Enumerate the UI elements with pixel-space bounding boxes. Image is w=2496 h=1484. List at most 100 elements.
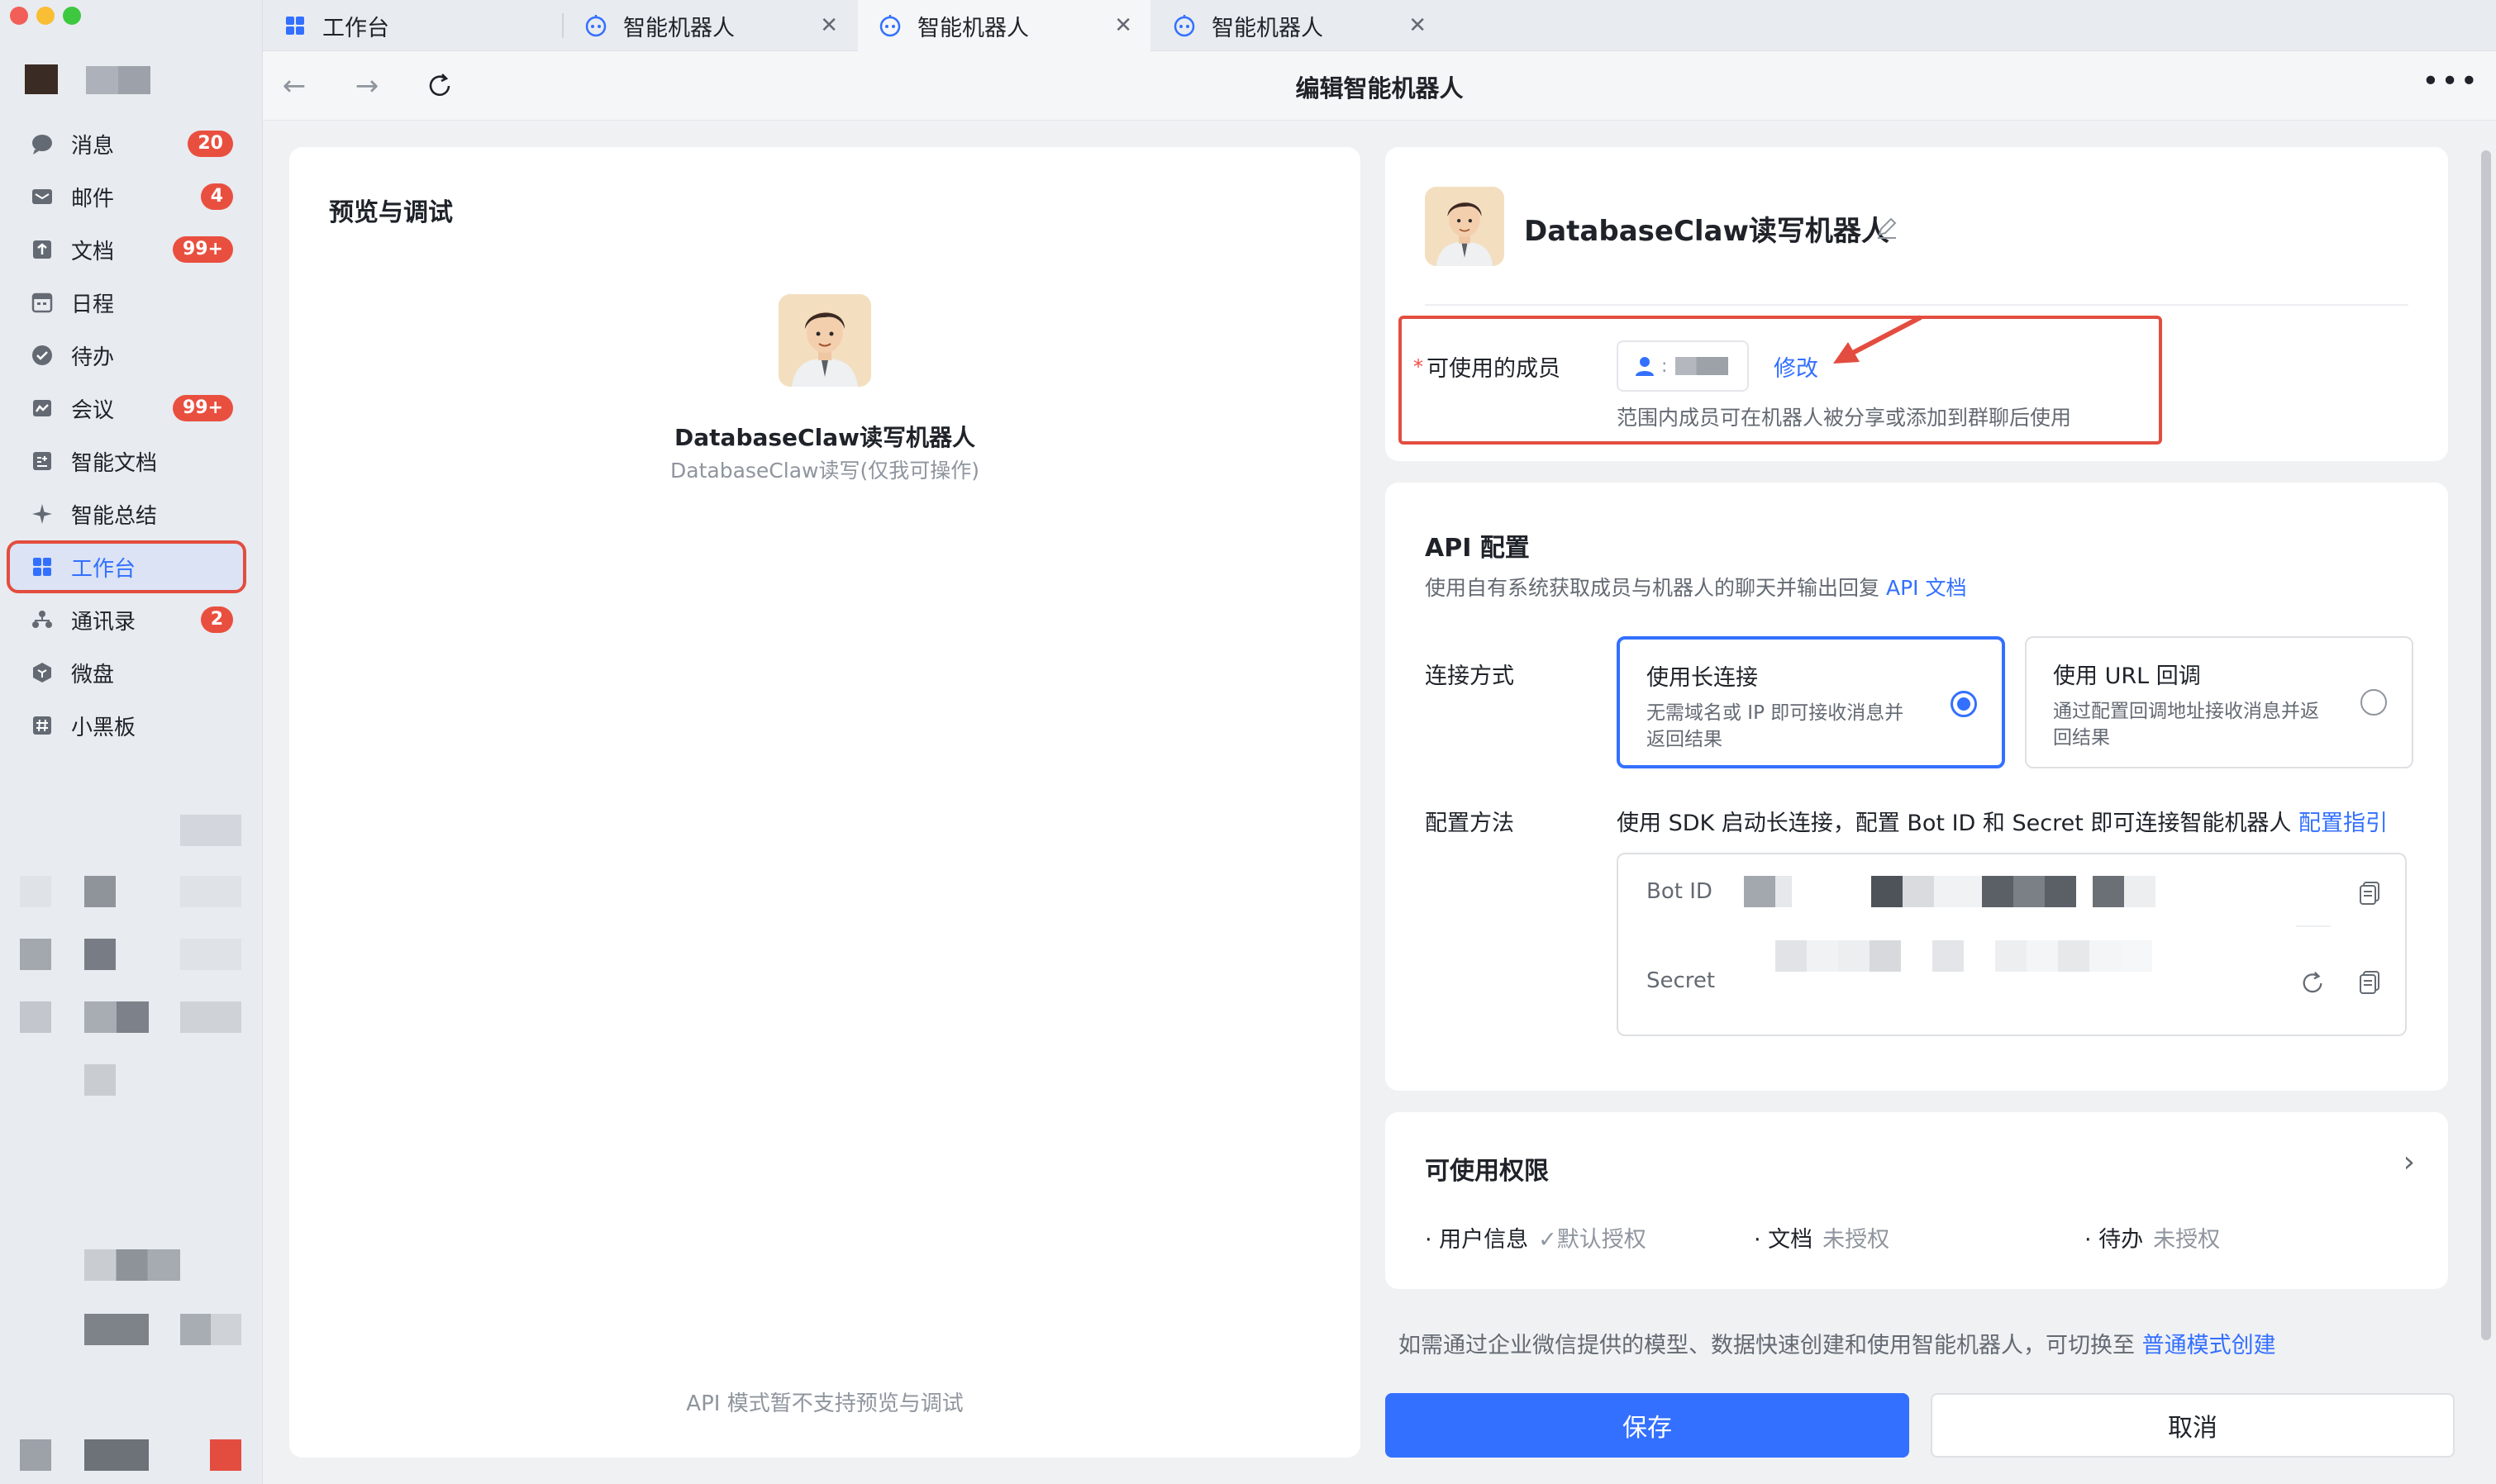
unread-badge: 2 bbox=[200, 606, 233, 633]
sidebar-nav: 消息 20 邮件 4 文档 99+ 日程 待办 会议 99+ 智能文档 智能总结… bbox=[7, 121, 246, 755]
permission-status: 未授权 bbox=[2153, 1227, 2221, 1253]
option-long-connection[interactable]: 使用长连接 无需域名或 IP 即可接收消息并返回结果 bbox=[1617, 636, 2005, 768]
person-icon bbox=[1636, 357, 1654, 376]
sidebar-item-label: 智能文档 bbox=[71, 450, 158, 476]
close-icon[interactable]: ✕ bbox=[820, 13, 838, 38]
separator-colon: : bbox=[1661, 355, 1668, 377]
sidebar-item-smart-doc[interactable]: 智能文档 bbox=[10, 438, 243, 484]
workbench-icon bbox=[283, 13, 307, 38]
sidebar-item-meeting[interactable]: 会议 99+ bbox=[10, 385, 243, 431]
permissions-card[interactable]: 可使用权限 › · 用户信息 ✓默认授权 · 文档 未授权 · 待办 未授权 bbox=[1385, 1112, 2448, 1289]
edit-pencil-icon[interactable] bbox=[1873, 213, 1901, 241]
api-doc-link[interactable]: API 文档 bbox=[1886, 576, 1967, 600]
permission-item: · 待办 未授权 bbox=[2084, 1221, 2220, 1253]
sidebar: 消息 20 邮件 4 文档 99+ 日程 待办 会议 99+ 智能文档 智能总结… bbox=[0, 0, 263, 1484]
sidebar-item-label: 日程 bbox=[71, 292, 115, 317]
check-circle-icon bbox=[30, 343, 55, 368]
bot-avatar bbox=[779, 294, 871, 387]
connect-method-label: 连接方式 bbox=[1425, 664, 1514, 689]
doc-icon bbox=[30, 237, 55, 262]
board-icon bbox=[30, 713, 55, 738]
bot-id-label: Bot ID bbox=[1646, 879, 1712, 904]
preview-bot-subtitle: DatabaseClaw读写(仅我可操作) bbox=[670, 459, 979, 483]
config-guide-link[interactable]: 配置指引 bbox=[2298, 811, 2388, 836]
sidebar-item-todo[interactable]: 待办 bbox=[10, 332, 243, 378]
config-method-label: 配置方法 bbox=[1425, 811, 1514, 836]
api-config-title: API 配置 bbox=[1425, 534, 1530, 563]
permission-name: 用户信息 bbox=[1439, 1227, 1529, 1253]
sidebar-item-label: 消息 bbox=[71, 133, 115, 159]
drive-icon bbox=[30, 660, 55, 685]
sidebar-item-messages[interactable]: 消息 20 bbox=[10, 121, 243, 167]
radio-unselected[interactable] bbox=[2360, 689, 2387, 716]
tab-robot-2[interactable]: 智能机器人 ✕ bbox=[858, 0, 1150, 51]
tab-label: 智能机器人 bbox=[917, 15, 1029, 41]
switch-note-text: 如需通过企业微信提供的模型、数据快速创建和使用智能机器人，可切换至 bbox=[1398, 1333, 2135, 1358]
workbench-icon bbox=[30, 554, 55, 579]
permission-item: · 文档 未授权 bbox=[1754, 1221, 1889, 1253]
api-config-desc: 使用自有系统获取成员与机器人的聊天并输出回复 API 文档 bbox=[1425, 572, 1966, 602]
api-desc-text: 使用自有系统获取成员与机器人的聊天并输出回复 bbox=[1425, 576, 1880, 600]
sidebar-item-label: 通讯录 bbox=[71, 609, 136, 635]
member-chip[interactable]: : bbox=[1617, 340, 1749, 392]
more-options-icon[interactable]: ••• bbox=[2422, 64, 2479, 98]
tab-label: 工作台 bbox=[322, 15, 389, 41]
zoom-window-button[interactable] bbox=[63, 7, 81, 25]
scrollbar[interactable] bbox=[2481, 150, 2491, 1340]
robot-icon bbox=[878, 13, 903, 38]
sidebar-item-label: 小黑板 bbox=[71, 715, 136, 740]
window-controls bbox=[10, 7, 81, 25]
meeting-icon bbox=[30, 396, 55, 421]
bot-avatar bbox=[1425, 187, 1504, 266]
sidebar-item-mail[interactable]: 邮件 4 bbox=[10, 174, 243, 220]
copy-icon[interactable] bbox=[2359, 881, 2380, 906]
chat-bubble-icon bbox=[30, 131, 55, 156]
page-title: 编辑智能机器人 bbox=[1295, 74, 1464, 102]
user-avatar[interactable] bbox=[25, 64, 58, 94]
bot-name: DatabaseClaw读写机器人 bbox=[1524, 215, 1889, 248]
sidebar-item-workbench[interactable]: 工作台 bbox=[7, 540, 246, 593]
secret-label: Secret bbox=[1646, 968, 1716, 993]
secret-value-blurred bbox=[1775, 940, 2152, 972]
permission-name: 待办 bbox=[2098, 1227, 2144, 1253]
robot-icon bbox=[1172, 13, 1197, 38]
modify-members-link[interactable]: 修改 bbox=[1774, 350, 1818, 383]
unread-badge: 99+ bbox=[172, 395, 233, 421]
user-name-blurred bbox=[86, 66, 150, 94]
sidebar-item-docs[interactable]: 文档 99+ bbox=[10, 226, 243, 273]
bullet: · bbox=[2084, 1227, 2099, 1253]
preview-title: 预览与调试 bbox=[329, 198, 453, 227]
sidebar-item-drive[interactable]: 微盘 bbox=[10, 649, 243, 696]
cancel-button[interactable]: 取消 bbox=[1931, 1393, 2455, 1458]
copy-icon[interactable] bbox=[2359, 970, 2380, 995]
sidebar-item-board[interactable]: 小黑板 bbox=[10, 702, 243, 749]
close-window-button[interactable] bbox=[10, 7, 28, 25]
toolbar: ← → 编辑智能机器人 ••• bbox=[263, 51, 2496, 121]
switch-normal-mode-link[interactable]: 普通模式创建 bbox=[2142, 1333, 2276, 1358]
close-icon[interactable]: ✕ bbox=[1114, 13, 1132, 38]
divider bbox=[1425, 304, 2408, 306]
permission-item: · 用户信息 ✓默认授权 bbox=[1425, 1221, 1646, 1253]
sparkle-icon bbox=[30, 502, 55, 526]
close-icon[interactable]: ✕ bbox=[1408, 13, 1427, 38]
option-url-callback[interactable]: 使用 URL 回调 通过配置回调地址接收消息并返回结果 bbox=[2025, 636, 2413, 768]
tab-robot-1[interactable]: 智能机器人 ✕ bbox=[564, 0, 856, 51]
tab-workbench[interactable]: 工作台 bbox=[263, 0, 560, 51]
refresh-icon[interactable] bbox=[2299, 970, 2326, 996]
radio-selected[interactable] bbox=[1951, 691, 1977, 717]
tab-robot-3[interactable]: 智能机器人 ✕ bbox=[1152, 0, 1445, 51]
sidebar-item-label: 微盘 bbox=[71, 662, 115, 687]
switch-mode-note: 如需通过企业微信提供的模型、数据快速创建和使用智能机器人，可切换至 普通模式创建 bbox=[1398, 1327, 2276, 1359]
sidebar-item-calendar[interactable]: 日程 bbox=[10, 279, 243, 326]
sidebar-item-contacts[interactable]: 通讯录 2 bbox=[10, 597, 243, 643]
sidebar-item-label: 智能总结 bbox=[71, 503, 158, 529]
sidebar-item-smart-summary[interactable]: 智能总结 bbox=[10, 491, 243, 537]
divider bbox=[2296, 925, 2331, 927]
permission-status: 未授权 bbox=[1822, 1227, 1890, 1253]
save-button[interactable]: 保存 bbox=[1385, 1393, 1909, 1458]
chevron-right-icon[interactable]: › bbox=[2403, 1145, 2415, 1179]
preview-panel: 预览与调试 DatabaseClaw读写机器人 DatabaseClaw读写(仅… bbox=[289, 147, 1360, 1458]
tab-label: 智能机器人 bbox=[623, 15, 735, 41]
option-desc: 无需域名或 IP 即可接收消息并返回结果 bbox=[1646, 702, 1904, 750]
minimize-window-button[interactable] bbox=[36, 7, 55, 25]
